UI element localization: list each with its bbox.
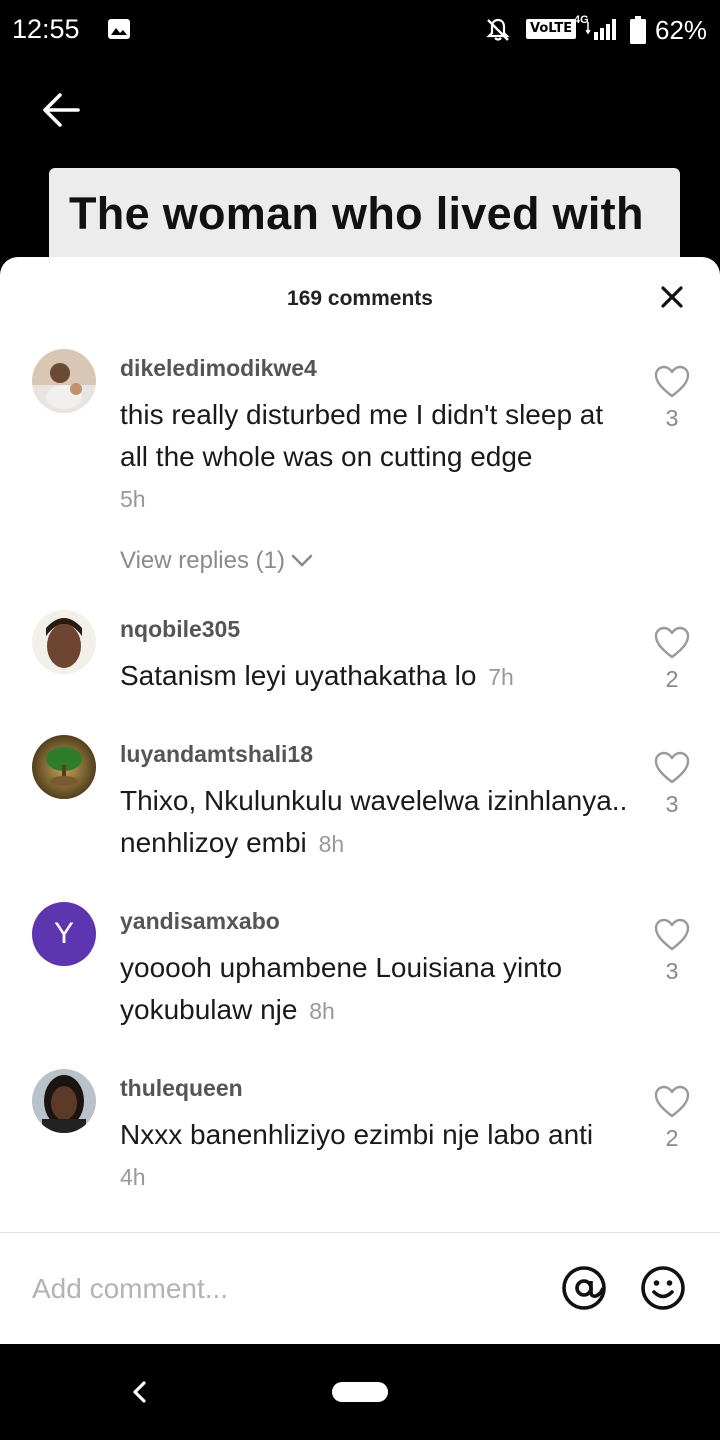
comment-username[interactable]: nqobile305	[120, 616, 240, 643]
heart-outline-icon[interactable]	[654, 626, 690, 660]
avatar[interactable]	[32, 349, 96, 413]
nav-home-pill[interactable]	[332, 1382, 388, 1402]
comment-body: yooooh uphambene Louisiana yinto yokubul…	[120, 952, 563, 1025]
volte-badge: VoLTE	[526, 19, 577, 39]
comment-username[interactable]: dikeledimodikwe4	[120, 355, 317, 382]
heart-outline-icon[interactable]	[654, 751, 690, 785]
signal-strength-icon	[586, 19, 616, 40]
comment-body: Thixo, Nkulunkulu wavelelwa izinhlanya..…	[120, 785, 628, 858]
comment-body: Satanism leyi uyathakatha lo	[120, 660, 477, 691]
like-count: 3	[665, 405, 679, 431]
comment-timestamp: 8h	[318, 831, 345, 857]
comment-text: Satanism leyi uyathakatha lo 7h	[120, 655, 630, 698]
gallery-notification-icon	[108, 19, 130, 39]
status-time: 12:55	[12, 14, 80, 44]
avatar-letter: Y	[53, 917, 74, 950]
composer-divider	[0, 1232, 720, 1233]
status-bar: 12:55 VoLTE 4G 62%	[0, 0, 720, 60]
heart-outline-icon[interactable]	[654, 1085, 690, 1119]
chevron-down-icon	[291, 554, 313, 567]
back-arrow-icon[interactable]	[38, 86, 86, 134]
like-count: 3	[665, 958, 679, 984]
comment-username[interactable]: luyandamtshali18	[120, 741, 313, 768]
comment-text: yooooh uphambene Louisiana yinto yokubul…	[120, 947, 630, 1032]
comment-username[interactable]: yandisamxabo	[120, 908, 280, 935]
close-icon[interactable]	[656, 281, 688, 313]
comments-count-title: 169 comments	[287, 287, 433, 310]
like-count: 2	[665, 666, 679, 692]
comment-timestamp: 7h	[488, 664, 514, 690]
smiley-icon[interactable]	[640, 1265, 686, 1311]
comments-sheet: 169 comments dikeledimodikwe4 this reall…	[0, 257, 720, 1344]
add-comment-input[interactable]	[32, 1269, 532, 1309]
nav-back-icon[interactable]	[126, 1376, 154, 1408]
heart-outline-icon[interactable]	[654, 918, 690, 952]
like-count: 3	[665, 791, 679, 817]
battery-icon	[630, 16, 646, 44]
avatar[interactable]	[32, 610, 96, 674]
video-caption: The woman who lived with	[69, 188, 644, 239]
notifications-off-icon	[486, 18, 510, 41]
comment-text: this really disturbed me I didn't sleep …	[120, 399, 604, 472]
comment-timestamp: 5h	[120, 486, 146, 512]
heart-outline-icon[interactable]	[654, 365, 690, 399]
view-replies-button[interactable]: View replies (1)	[120, 547, 313, 575]
at-sign-icon[interactable]	[561, 1265, 607, 1311]
avatar[interactable]	[32, 735, 96, 799]
comment-text: Thixo, Nkulunkulu wavelelwa izinhlanya..…	[120, 780, 630, 865]
like-count: 2	[665, 1125, 679, 1151]
comment-username[interactable]: thulequeen	[120, 1075, 243, 1102]
system-navigation-bar	[0, 1344, 720, 1440]
avatar[interactable]	[32, 1069, 96, 1133]
comment-timestamp: 4h	[120, 1164, 146, 1190]
comment-timestamp: 8h	[309, 998, 335, 1024]
avatar-initial[interactable]: Y	[32, 902, 96, 966]
view-replies-label: View replies (1)	[120, 547, 285, 574]
comment-text: Nxxx banenhliziyo ezimbi nje labo anti	[120, 1119, 594, 1150]
battery-percentage: 62%	[655, 15, 708, 45]
